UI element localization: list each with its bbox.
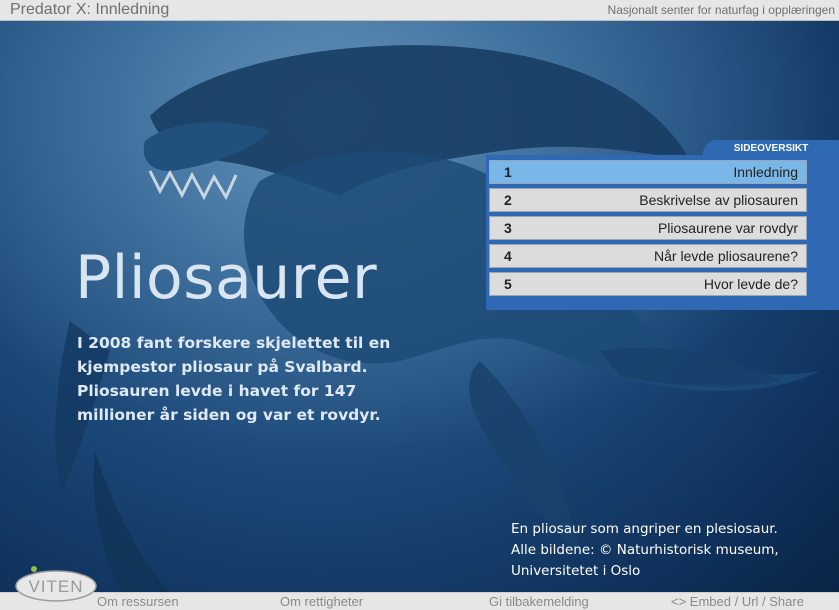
toc-item-number: 2	[504, 192, 512, 208]
toc-item-label: Når levde pliosaurene?	[654, 248, 798, 264]
toc-item-number: 4	[504, 248, 512, 264]
toc-item-beskrivelse[interactable]: 2 Beskrivelse av pliosauren	[489, 188, 807, 212]
caption-line: Alle bildene: © Naturhistorisk museum,	[511, 542, 779, 558]
toc-item-number: 3	[504, 220, 512, 236]
image-caption: En pliosaur som angriper en plesiosaur. …	[511, 519, 811, 582]
toc-item-label: Innledning	[733, 164, 798, 180]
title-bar: Predator X: Innledning Nasjonalt senter …	[0, 0, 839, 21]
page-title: Pliosaurer	[75, 243, 378, 313]
feedback-link[interactable]: Gi tilbakemelding	[489, 594, 589, 609]
caption-line: Universitetet i Oslo	[511, 563, 641, 579]
app-title: Predator X: Innledning	[10, 1, 170, 18]
toc-item-number: 5	[504, 276, 512, 292]
intro-paragraph: I 2008 fant forskere skjelettet til en k…	[77, 334, 391, 424]
viten-logo[interactable]: VITEN	[14, 564, 98, 604]
rights-link[interactable]: Om rettigheter	[280, 594, 363, 609]
toc-item-label: Pliosaurene var rovdyr	[657, 220, 798, 236]
logo-text: VITEN	[28, 577, 83, 596]
toc-item-label: Beskrivelse av pliosauren	[639, 192, 798, 208]
footer-bar: Om ressursen Om rettigheter Gi tilbakeme…	[0, 592, 839, 610]
about-resource-link[interactable]: Om ressursen	[97, 594, 179, 609]
toc-item-naar-levde[interactable]: 4 Når levde pliosaurene?	[489, 244, 807, 268]
toc-item-hvor-levde[interactable]: 5 Hvor levde de?	[489, 272, 807, 296]
embed-share-link[interactable]: <> Embed / Url / Share	[671, 594, 804, 609]
toc-item-rovdyr[interactable]: 3 Pliosaurene var rovdyr	[489, 216, 807, 240]
toc-item-label: Hvor levde de?	[703, 276, 798, 292]
toc-item-number: 1	[504, 164, 512, 180]
caption-line: En pliosaur som angriper en plesiosaur.	[511, 521, 778, 537]
page-overview-panel: SIDEOVERSIKT 1 Innledning 2 Beskrivelse …	[486, 140, 839, 310]
toc-item-innledning[interactable]: 1 Innledning	[489, 160, 807, 184]
organization-name: Nasjonalt senter for naturfag i opplærin…	[607, 3, 835, 17]
